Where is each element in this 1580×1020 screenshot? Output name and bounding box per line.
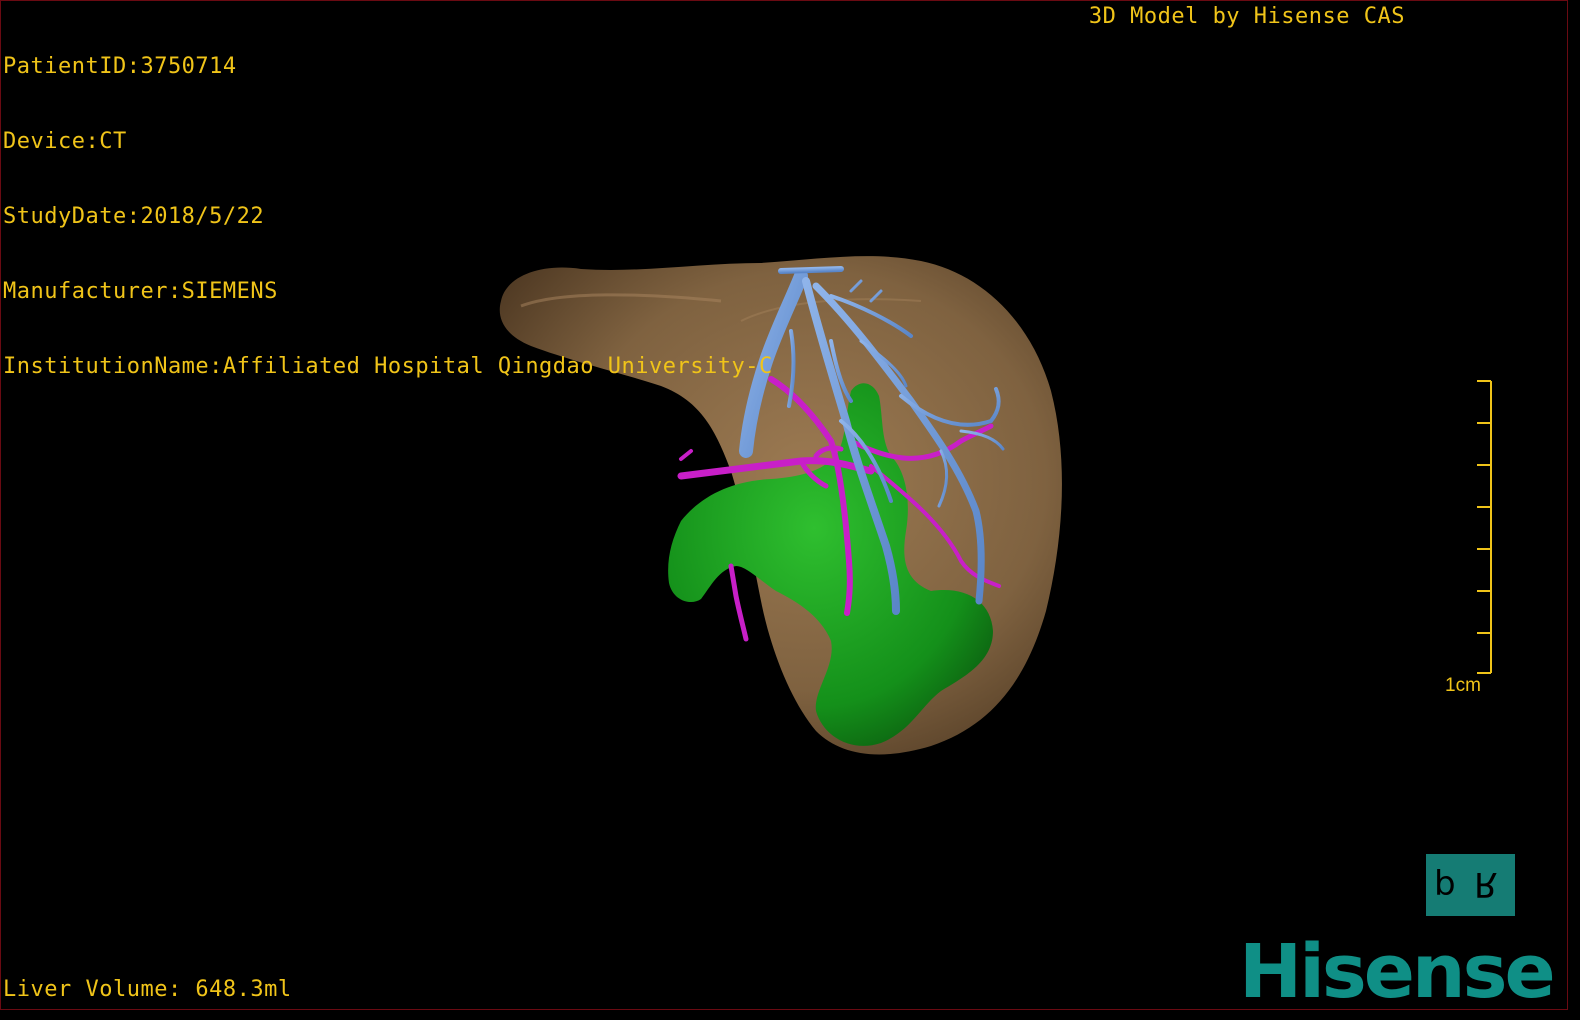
study-info-panel: PatientID:3750714 Device:CT StudyDate:20…	[3, 4, 773, 429]
manufacturer-text: Manufacturer:SIEMENS	[3, 279, 278, 304]
scale-bar-label: 1cm	[1445, 675, 1481, 696]
device-text: Device:CT	[3, 129, 127, 154]
institution-text: InstitutionName:Affiliated Hospital Qing…	[3, 354, 773, 379]
3d-viewport[interactable]: PatientID:3750714 Device:CT StudyDate:20…	[0, 0, 1568, 1010]
scale-bar	[1477, 380, 1492, 674]
orientation-cube[interactable]: d R	[1426, 854, 1515, 916]
hisense-logo: Hisense	[1239, 929, 1556, 1010]
study-date-text: StudyDate:2018/5/22	[3, 204, 265, 229]
liver-volume-text: Liver Volume: 648.3ml	[3, 977, 292, 1002]
model-credit-text: 3D Model by Hisense CAS	[1088, 4, 1405, 29]
patient-id-text: PatientID:3750714	[3, 54, 237, 79]
orientation-glyph-right: R	[1474, 864, 1498, 904]
orientation-glyph-left: d	[1434, 864, 1456, 904]
